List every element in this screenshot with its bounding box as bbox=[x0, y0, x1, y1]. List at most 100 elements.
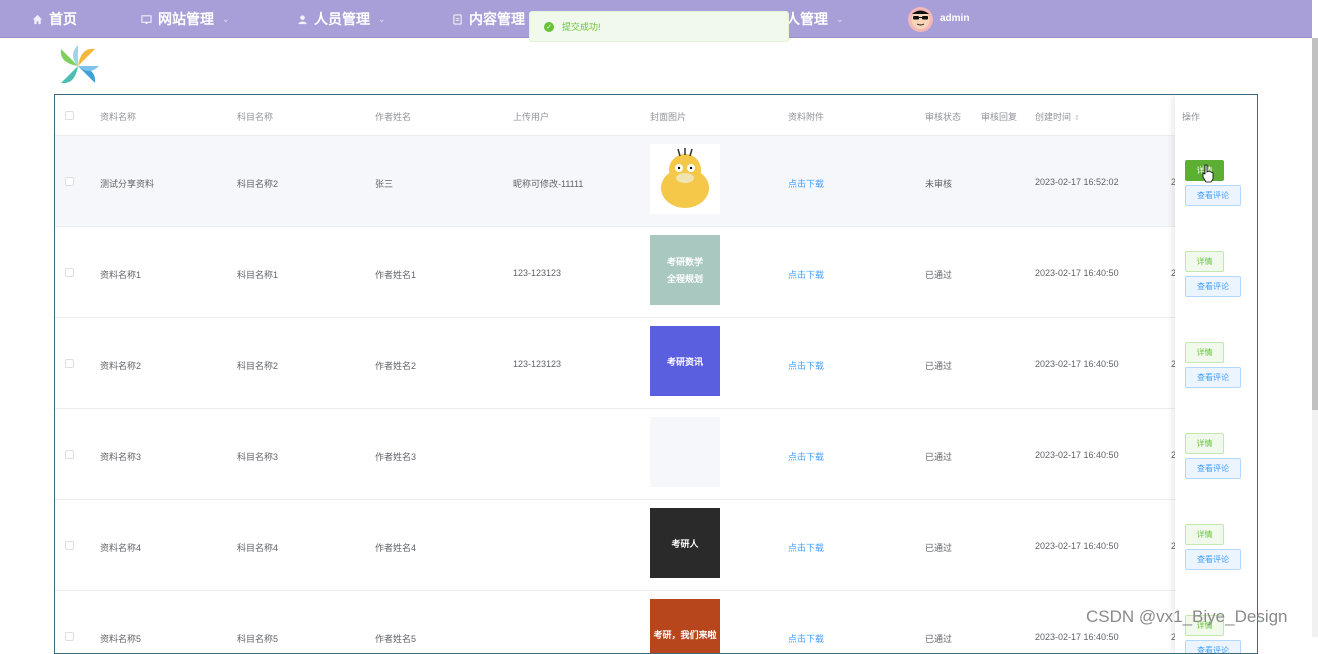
review-status-cell: 已通过 bbox=[925, 452, 953, 462]
table-header: 资料名称 科目名称 作者姓名 上传用户 封面图片 资料附件 审核状态 审核回复 … bbox=[55, 95, 1257, 136]
table-row[interactable]: 资料名称1 科目名称1 作者姓名1 123-123123 点击下载 已通过 2023-02-… bbox=[55, 227, 1257, 318]
download-link[interactable]: 点击下载 bbox=[788, 268, 824, 281]
header-created[interactable]: 创建时间 ⇕ bbox=[1035, 110, 1080, 123]
header-cover: 封面图片 bbox=[650, 112, 687, 122]
created-time-cell: 2023-02-17 16:40:50 bbox=[1035, 632, 1119, 642]
pinwheel-logo-icon bbox=[60, 45, 99, 84]
nav-content-management[interactable]: 内容管理 bbox=[452, 0, 525, 38]
header-author: 作者姓名 bbox=[375, 112, 412, 122]
select-all-checkbox[interactable] bbox=[65, 111, 74, 120]
nav-home[interactable]: 首页 bbox=[32, 0, 77, 38]
subject-name-cell: 科目名称5 bbox=[237, 634, 279, 644]
nav-people-management-label: 人员管理 bbox=[314, 11, 370, 27]
created-time-cell: 2023-02-17 16:40:50 bbox=[1035, 359, 1119, 369]
chevron-down-icon: ⌄ bbox=[378, 13, 386, 24]
nav-site-management-label: 网站管理 bbox=[158, 11, 214, 27]
download-link[interactable]: 点击下载 bbox=[788, 359, 824, 372]
created-time-cell: 2023-02-17 16:52:02 bbox=[1035, 177, 1119, 187]
created-time-cell: 2023-02-17 16:40:50 bbox=[1035, 450, 1119, 460]
home-icon bbox=[32, 14, 43, 24]
cover-text: 考研，我们来啦 bbox=[653, 630, 717, 641]
row-checkbox[interactable] bbox=[65, 359, 74, 368]
toast-message: 提交成功! bbox=[562, 22, 601, 32]
row-checkbox[interactable] bbox=[65, 541, 74, 550]
watermark: CSDN @vx1_Biye_Design bbox=[1086, 607, 1288, 626]
header-created-label: 创建时间 bbox=[1035, 112, 1072, 122]
nav-content-management-label: 内容管理 bbox=[469, 11, 525, 27]
cover-image bbox=[650, 144, 720, 214]
header-status: 审核状态 bbox=[925, 112, 962, 122]
cover-text: 考研资讯 bbox=[666, 357, 703, 368]
detail-button[interactable]: 详情 bbox=[1185, 342, 1224, 363]
row-checkbox[interactable] bbox=[65, 177, 74, 186]
user-icon bbox=[298, 14, 307, 24]
table-row[interactable]: 资料名称5 科目名称5 作者姓名5 点击下载 已通过 2023-02-17 16:40:5… bbox=[55, 591, 1257, 653]
author-name-cell: 作者姓名1 bbox=[375, 270, 417, 280]
cover-image bbox=[650, 417, 720, 487]
view-comments-button[interactable]: 查看评论 bbox=[1185, 549, 1241, 570]
cover-text: 考研人 bbox=[671, 539, 699, 550]
author-name-cell: 张三 bbox=[375, 179, 394, 189]
material-name-cell: 资料名称5 bbox=[100, 634, 142, 644]
nav-site-management[interactable]: 网站管理 ⌄ bbox=[141, 0, 230, 38]
table-row[interactable]: 资料名称3 科目名称3 作者姓名3 点击下载 已通过 2023-02-17 16:40:5… bbox=[55, 409, 1257, 500]
detail-button[interactable]: 详情 bbox=[1185, 251, 1224, 272]
review-status-cell: 已通过 bbox=[925, 270, 953, 280]
subject-name-cell: 科目名称1 bbox=[237, 270, 279, 280]
detail-button[interactable]: 详情 bbox=[1185, 433, 1224, 454]
header-name: 资料名称 bbox=[100, 112, 137, 122]
table-row[interactable]: 测试分享资料 科目名称2 张三 昵称可修改-11111 点击下载 未审核 2023-02-1… bbox=[55, 136, 1257, 227]
document-icon bbox=[453, 13, 462, 25]
uploader-cell: 昵称可修改-11111 bbox=[513, 179, 584, 189]
subject-name-cell: 科目名称2 bbox=[237, 361, 279, 371]
cover-image: 考研资讯 bbox=[650, 326, 720, 396]
material-name-cell: 资料名称1 bbox=[100, 270, 142, 280]
table-row[interactable]: 资料名称2 科目名称2 作者姓名2 123-123123 点击下载 已通过 2023-02-… bbox=[55, 318, 1257, 409]
view-comments-button[interactable]: 查看评论 bbox=[1185, 458, 1241, 479]
header-attachment: 资料附件 bbox=[788, 112, 825, 122]
author-name-cell: 作者姓名2 bbox=[375, 361, 417, 371]
author-name-cell: 作者姓名4 bbox=[375, 543, 417, 553]
material-name-cell: 资料名称4 bbox=[100, 543, 142, 553]
review-status-cell: 已通过 bbox=[925, 543, 953, 553]
actions-column: 操作 详情 查看评论 详情 查看评论 详情 查看评论 详情 查看评论 详情 查看评论 详情 查看评论 bbox=[1175, 95, 1257, 653]
avatar[interactable] bbox=[908, 7, 933, 32]
subject-name-cell: 科目名称3 bbox=[237, 452, 279, 462]
download-link[interactable]: 点击下载 bbox=[788, 450, 824, 463]
view-comments-button[interactable]: 查看评论 bbox=[1185, 367, 1241, 388]
view-comments-button[interactable]: 查看评论 bbox=[1185, 185, 1241, 206]
username-label[interactable]: admin bbox=[940, 13, 969, 24]
detail-button[interactable]: 详情 bbox=[1185, 524, 1224, 545]
nav-people-management[interactable]: 人员管理 ⌄ bbox=[297, 0, 386, 38]
row-checkbox[interactable] bbox=[65, 268, 74, 277]
header-subject: 科目名称 bbox=[237, 112, 274, 122]
material-name-cell: 资料名称3 bbox=[100, 452, 142, 462]
cover-text: 全程规划 bbox=[666, 275, 703, 285]
cover-text: 考研数学 bbox=[666, 258, 703, 268]
view-comments-button[interactable]: 查看评论 bbox=[1185, 276, 1241, 297]
created-time-cell: 2023-02-17 16:40:50 bbox=[1035, 541, 1119, 551]
download-link[interactable]: 点击下载 bbox=[788, 632, 824, 645]
nav-management-partial-label: 人管理 bbox=[786, 11, 828, 27]
chevron-down-icon: ⌄ bbox=[836, 13, 844, 24]
view-comments-button[interactable]: 查看评论 bbox=[1185, 640, 1241, 653]
cover-image: 考研，我们来啦 bbox=[650, 599, 720, 653]
monitor-icon bbox=[141, 14, 152, 24]
scrollbar-thumb[interactable] bbox=[1312, 38, 1318, 410]
download-link[interactable]: 点击下载 bbox=[788, 177, 824, 190]
author-name-cell: 作者姓名3 bbox=[375, 452, 417, 462]
header-actions: 操作 bbox=[1182, 112, 1201, 122]
header-uploader: 上传用户 bbox=[513, 112, 550, 122]
download-link[interactable]: 点击下载 bbox=[788, 541, 824, 554]
subject-name-cell: 科目名称4 bbox=[237, 543, 279, 553]
cover-image: 考研数学 全程规划 bbox=[650, 235, 720, 305]
material-name-cell: 资料名称2 bbox=[100, 361, 142, 371]
review-status-cell: 已通过 bbox=[925, 634, 953, 644]
nav-management-partial[interactable]: 人管理 ⌄ bbox=[786, 0, 844, 38]
sort-icon[interactable]: ⇕ bbox=[1074, 114, 1080, 122]
subject-name-cell: 科目名称2 bbox=[237, 179, 279, 189]
hand-cursor-icon bbox=[1202, 164, 1214, 183]
table-row[interactable]: 资料名称4 科目名称4 作者姓名4 点击下载 已通过 2023-02-17 16:40:5… bbox=[55, 500, 1257, 591]
created-time-cell: 2023-02-17 16:40:50 bbox=[1035, 268, 1119, 278]
row-checkbox[interactable] bbox=[65, 450, 74, 459]
